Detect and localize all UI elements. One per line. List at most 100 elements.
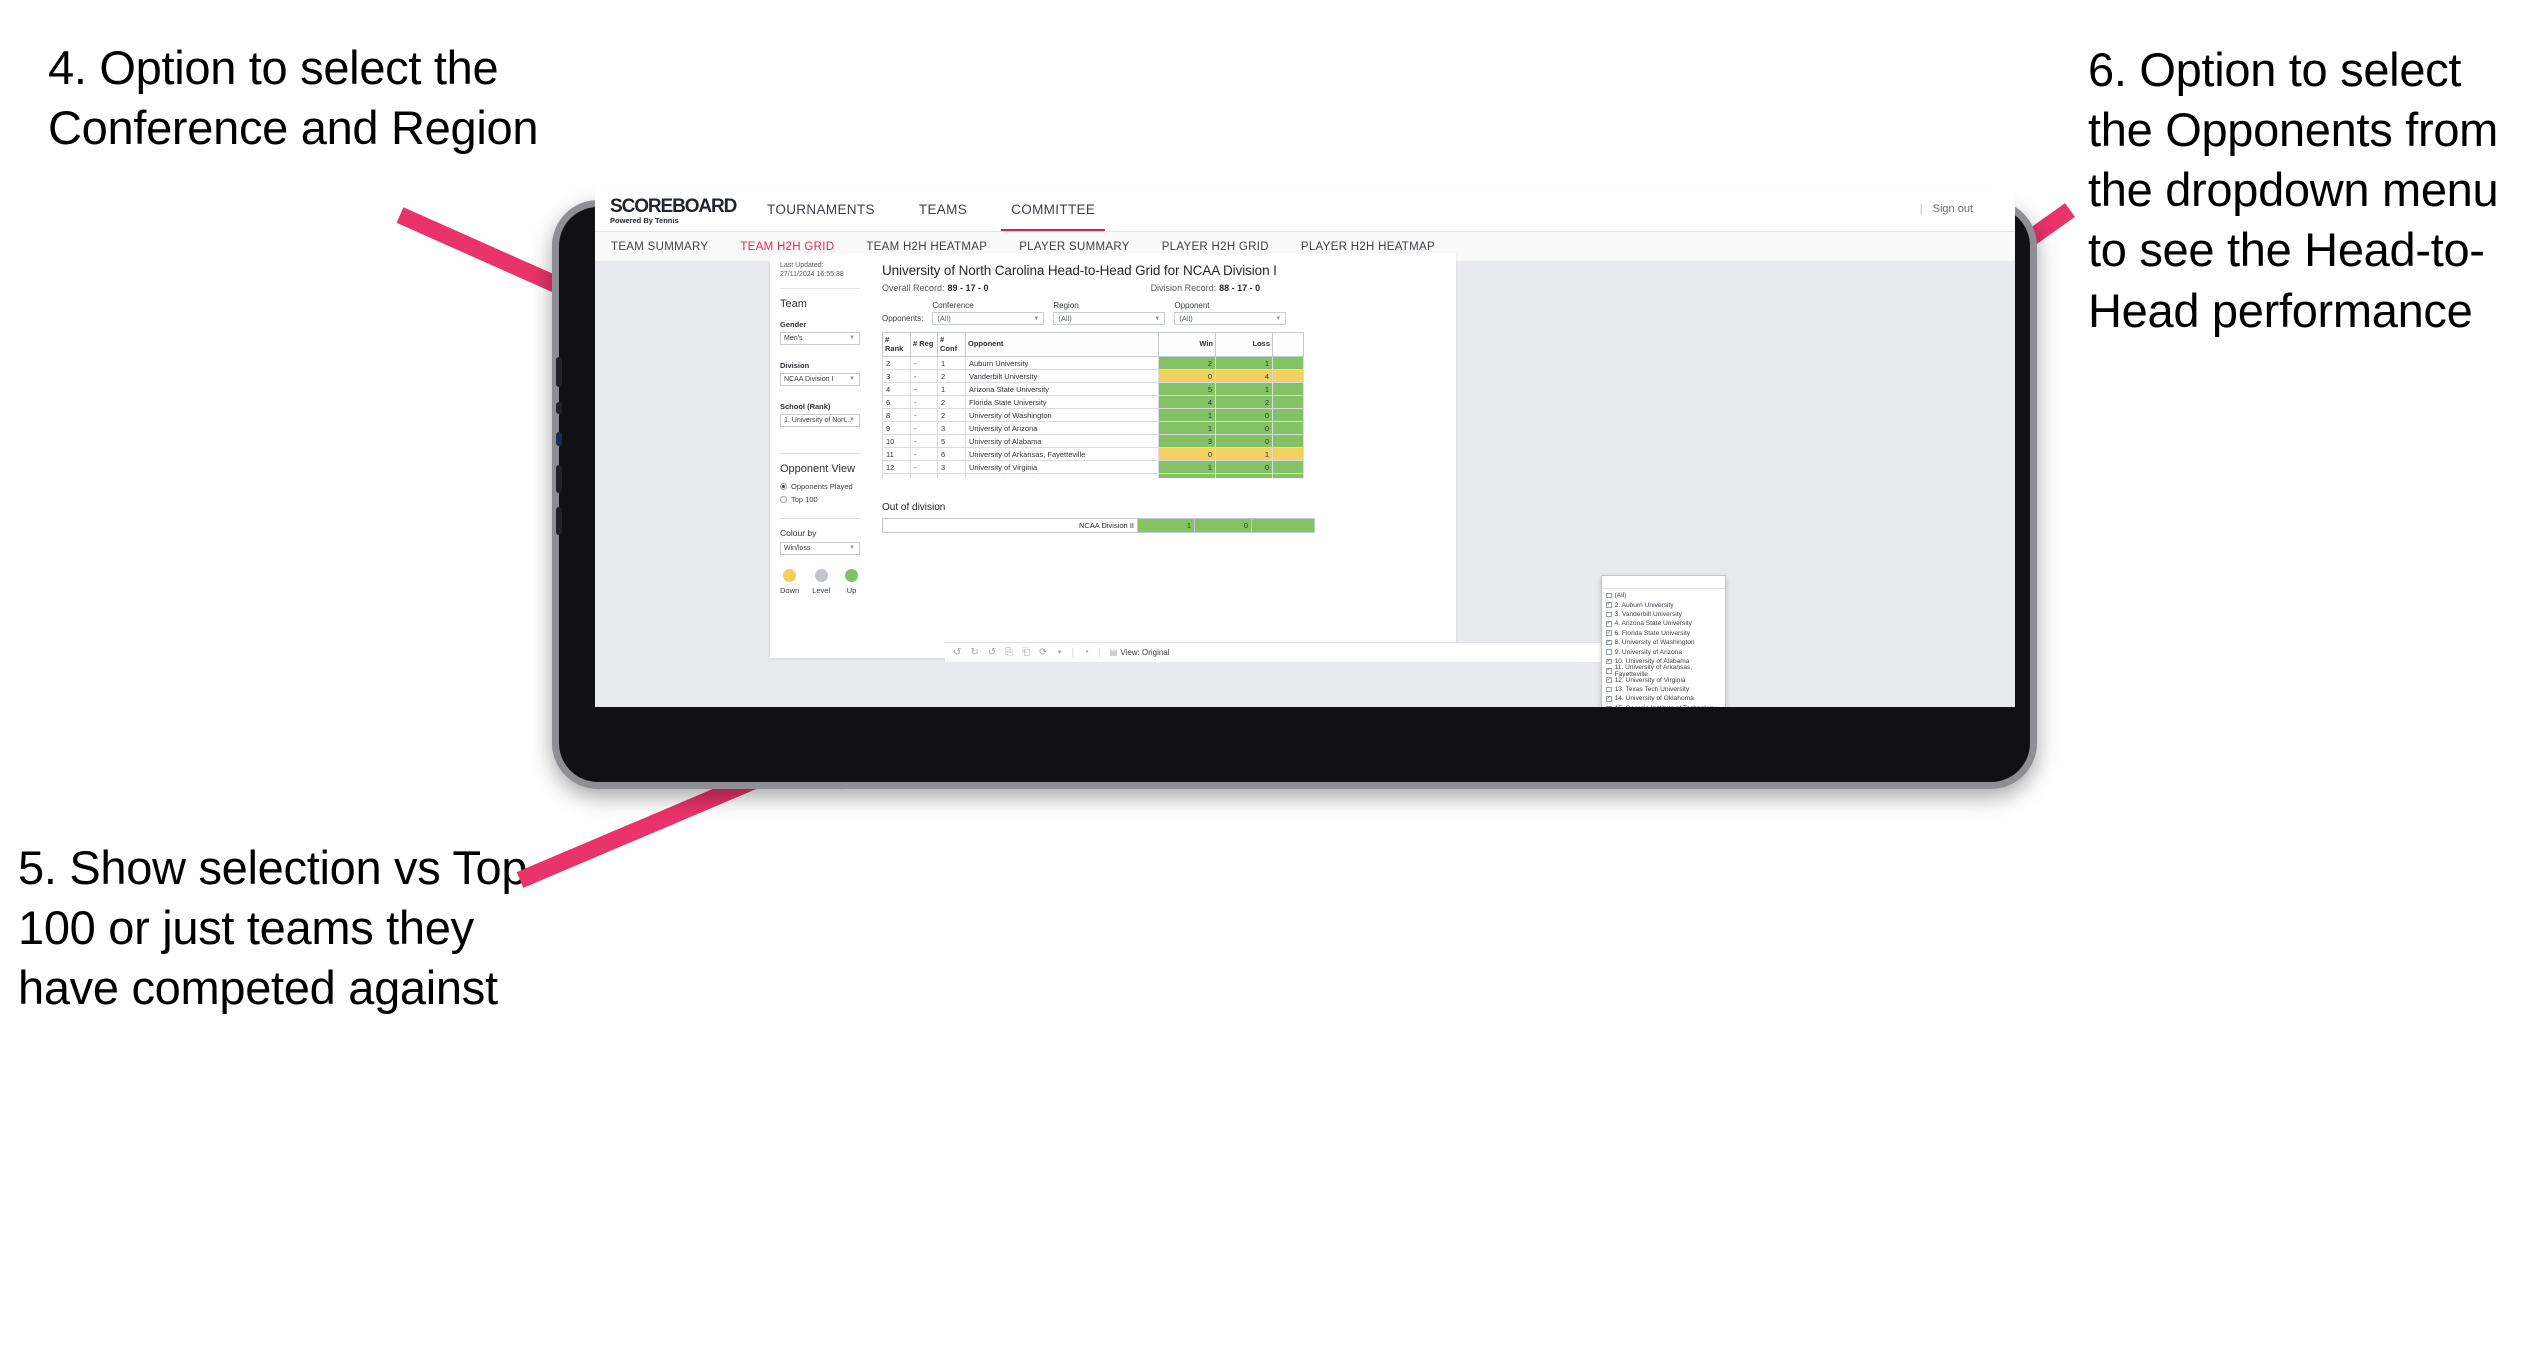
checkbox-icon[interactable]: ✓ xyxy=(1606,705,1612,707)
opponent-dropdown-item[interactable]: ✓ 2. Auburn University xyxy=(1602,600,1725,609)
checkbox-icon[interactable]: ✓ xyxy=(1606,668,1612,674)
gender-label: Gender xyxy=(780,319,807,329)
view-original-button[interactable]: ▤ View: Original xyxy=(1110,648,1170,657)
subnav-player-h2h-heatmap[interactable]: PLAYER H2H HEATMAP xyxy=(1285,241,1451,253)
subnav-player-h2h-grid[interactable]: PLAYER H2H GRID xyxy=(1146,241,1285,253)
signout-link[interactable]: Sign out xyxy=(1933,203,1973,215)
opponent-dropdown-panel[interactable]: (All) ✓ 2. Auburn University 3. Vanderbilt … xyxy=(1601,575,1726,707)
cell-reg: - xyxy=(910,369,938,384)
opponent-dropdown-item[interactable]: ✓ 4. Arizona State University xyxy=(1602,619,1725,628)
checkbox-icon[interactable]: ✓ xyxy=(1606,630,1612,637)
out-of-division-body: NCAA Division II 1 0 xyxy=(882,518,1315,533)
opponent-dropdown-item[interactable]: 3. Vanderbilt University xyxy=(1602,610,1725,619)
checkbox-icon[interactable] xyxy=(1606,686,1612,693)
refresh-icon[interactable]: ⎘ xyxy=(1005,647,1013,658)
opponent-dropdown-item[interactable]: ✓ 6. Florida State University xyxy=(1602,629,1725,638)
school-value: 1. University of Nort... xyxy=(784,416,852,424)
table-row[interactable]: 10-5 University of Alabama 3 0 xyxy=(882,434,1304,449)
cell-conf: 5 xyxy=(937,434,966,449)
subnav-team-h2h-grid[interactable]: TEAM H2H GRID xyxy=(724,241,850,253)
cell-loss: 0 xyxy=(1194,518,1252,533)
table-row[interactable]: 6-2 Florida State University 4 2 xyxy=(882,395,1304,410)
table-row[interactable]: 2-1 Auburn University 2 1 xyxy=(882,356,1304,371)
cell-pad xyxy=(1272,460,1304,475)
opponent-dropdown-item[interactable]: ✓ 8. University of Washington xyxy=(1602,638,1725,647)
subnav-team-summary[interactable]: TEAM SUMMARY xyxy=(595,241,724,253)
overall-record-value: 89 - 17 - 0 xyxy=(947,283,989,293)
subnav-player-summary[interactable]: PLAYER SUMMARY xyxy=(1003,241,1146,253)
checkbox-icon[interactable]: ✓ xyxy=(1606,621,1612,627)
division-label: Division xyxy=(780,360,810,370)
pause-icon[interactable]: ⎗ xyxy=(1022,647,1030,658)
filters-panel: Last Updated: 27/11/2024 16:55:38 Team G… xyxy=(770,253,870,623)
device-button-volume-down[interactable] xyxy=(556,465,562,493)
chevron-down-icon: ▼ xyxy=(849,545,855,552)
opponent-select[interactable]: (All) ▼ xyxy=(1174,312,1287,325)
history-icon[interactable]: ◔ xyxy=(1083,647,1089,658)
radio-opponents-played[interactable]: Opponents Played xyxy=(780,482,860,491)
region-select[interactable]: (All) ▼ xyxy=(1053,312,1166,325)
opponent-dropdown-search[interactable] xyxy=(1602,576,1725,589)
undo-icon[interactable]: ↺ xyxy=(953,647,961,658)
conference-select[interactable]: (All) ▼ xyxy=(932,312,1045,325)
cell-reg: - xyxy=(910,421,938,436)
out-of-division-row[interactable]: NCAA Division II 1 0 xyxy=(882,518,1315,533)
nav-tournaments[interactable]: TOURNAMENTS xyxy=(745,187,897,231)
division-select[interactable]: NCAA Division I ▼ xyxy=(780,372,860,386)
cell-conf: 6 xyxy=(937,447,966,462)
checkbox-icon[interactable] xyxy=(1606,611,1612,618)
divider xyxy=(780,287,860,289)
table-row[interactable]: 3-2 Vanderbilt University 0 4 xyxy=(882,369,1304,384)
table-row[interactable]: 4-1 Arizona State University 5 1 xyxy=(882,382,1304,397)
table-row[interactable]: 12-3 University of Virginia 1 0 xyxy=(882,460,1304,475)
cell-reg: - xyxy=(910,382,938,397)
radio-top-100[interactable]: Top 100 xyxy=(780,495,860,504)
share-icon[interactable]: ⟳ xyxy=(1039,647,1047,658)
opponent-dropdown-item[interactable]: 13. Texas Tech University xyxy=(1602,685,1725,694)
cell-conf: 3 xyxy=(937,460,966,475)
dashboard-canvas: Last Updated: 27/11/2024 16:55:38 Team G… xyxy=(595,253,2015,707)
checkbox-icon[interactable] xyxy=(1606,649,1612,655)
region-caption: Region xyxy=(1053,301,1079,310)
h2h-table-wrapper[interactable]: # Rank # Reg # Conf Opponent Win Loss 2-… xyxy=(882,325,1444,478)
checkbox-icon[interactable]: ✓ xyxy=(1606,677,1612,683)
division-value: NCAA Division I xyxy=(784,375,834,383)
checkbox-icon[interactable]: ✓ xyxy=(1606,602,1612,608)
toolbar-divider: | xyxy=(1098,647,1101,658)
table-row[interactable]: 11-6 University of Arkansas, Fayetteville… xyxy=(882,447,1304,462)
opponent-dropdown-item[interactable]: 9. University of Arizona xyxy=(1602,647,1725,656)
table-row[interactable]: 8-2 University of Washington 1 0 xyxy=(882,408,1304,423)
revert-icon[interactable]: ↺ xyxy=(988,647,996,658)
checkbox-icon[interactable]: ✓ xyxy=(1606,658,1612,665)
opponent-dropdown-list[interactable]: (All) ✓ 2. Auburn University 3. Vanderbilt … xyxy=(1602,589,1725,707)
school-select[interactable]: 1. University of Nort... ▼ xyxy=(780,413,860,427)
opponent-dropdown-item[interactable]: ✓ 14. University of Oklahoma xyxy=(1602,694,1725,703)
checkbox-icon[interactable]: ✓ xyxy=(1606,639,1612,646)
table-row[interactable]: 9-3 University of Arizona 1 0 xyxy=(882,421,1304,436)
opponent-view-heading: Opponent View xyxy=(780,462,856,475)
redo-icon[interactable]: ↻ xyxy=(970,647,978,658)
chevron-down-icon[interactable]: ▼ xyxy=(1057,650,1063,656)
radio-icon xyxy=(780,482,787,490)
opponents-label: Opponents: xyxy=(882,314,924,323)
gender-select[interactable]: Men's ▼ xyxy=(780,331,860,345)
colour-by-select[interactable]: Win/loss ▼ xyxy=(780,541,860,555)
th-reg: # Reg xyxy=(910,331,938,358)
nav-teams[interactable]: TEAMS xyxy=(897,187,989,231)
subnav-team-h2h-heatmap[interactable]: TEAM H2H HEATMAP xyxy=(850,241,1003,253)
scoreboard-logo[interactable]: SCOREBOARD Powered By Tennis xyxy=(610,196,737,225)
nav-committee[interactable]: COMMITTEE xyxy=(989,187,1117,231)
device-button-volume-up[interactable] xyxy=(556,357,562,387)
checkbox-icon[interactable]: ✓ xyxy=(1606,696,1612,702)
opponent-dropdown-item[interactable]: ✓15. Georgia Institute of Technology xyxy=(1602,704,1725,707)
checkbox-icon[interactable] xyxy=(1606,592,1612,599)
chevron-down-icon: ▼ xyxy=(849,335,855,342)
opponent-dropdown-item[interactable]: (All) xyxy=(1602,591,1725,600)
opponent-dropdown-item[interactable]: ✓ 11. University of Arkansas, Fayettevill… xyxy=(1602,664,1725,678)
cell-reg: - xyxy=(910,408,938,423)
opponent-dropdown-item-label: 14. University of Oklahoma xyxy=(1614,695,1694,703)
device-button-power[interactable] xyxy=(556,507,562,535)
radio-icon xyxy=(780,495,787,503)
opponent-dropdown-item-label: (All) xyxy=(1614,592,1627,600)
toolbar-divider: | xyxy=(1071,647,1075,658)
